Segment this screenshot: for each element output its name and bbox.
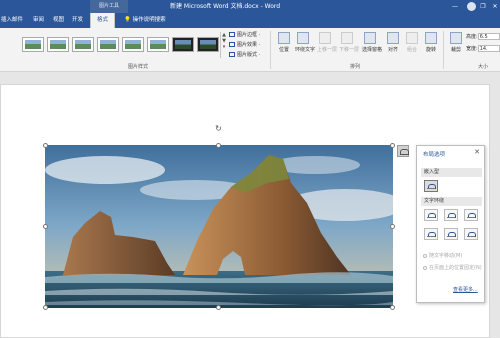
rotate-icon bbox=[425, 32, 437, 44]
selection-pane-button[interactable]: 选择窗格 bbox=[362, 32, 382, 53]
crop-icon bbox=[450, 32, 462, 44]
divider bbox=[270, 31, 271, 69]
tab-review[interactable]: 审阅 bbox=[33, 13, 44, 28]
minimize-button[interactable]: — bbox=[450, 0, 460, 13]
arrange-group-label: 排列 bbox=[350, 64, 361, 70]
tab-view[interactable]: 视图 bbox=[53, 13, 64, 28]
send-backward-icon bbox=[341, 32, 353, 44]
height-input[interactable]: 6.5 bbox=[477, 33, 500, 40]
rotate-button[interactable]: 旋转 bbox=[423, 32, 439, 53]
inline-section-header: 嵌入型 bbox=[421, 168, 482, 177]
layout-options-button[interactable] bbox=[397, 145, 409, 157]
expand-gallery-icon[interactable]: ▾ bbox=[221, 44, 227, 50]
group-icon bbox=[406, 32, 418, 44]
picture-style-6[interactable] bbox=[147, 37, 169, 52]
landscape-photo bbox=[45, 145, 393, 308]
picture-style-7[interactable] bbox=[172, 37, 194, 52]
avatar[interactable] bbox=[467, 2, 476, 11]
gallery-scroll[interactable]: ▲ ▼ ▾ bbox=[220, 32, 227, 58]
position-button[interactable]: 位置 bbox=[276, 32, 292, 53]
picture-style-3[interactable] bbox=[72, 37, 94, 52]
wrap-square-icon[interactable] bbox=[424, 209, 438, 221]
layout-options-pane: 布局选项 ✕ 嵌入型 文字环绕 随文字移动(M) 在页面上的位置固定(N) 查看… bbox=[416, 145, 485, 303]
close-icon[interactable]: ✕ bbox=[474, 148, 480, 156]
tab-mailings[interactable]: 邮件 bbox=[12, 13, 23, 28]
wrap-text-button[interactable]: 环绕文字 bbox=[295, 32, 315, 53]
close-button[interactable]: ✕ bbox=[490, 0, 500, 13]
pane-title: 布局选项 bbox=[423, 152, 446, 158]
wrap-text-icon bbox=[297, 32, 309, 44]
width-input[interactable]: 14. bbox=[477, 45, 500, 52]
resize-handle-right[interactable] bbox=[390, 224, 395, 229]
title-bar: 图片工具 新建 Microsoft Word 文档.docx - Word — … bbox=[0, 0, 500, 13]
window-title: 新建 Microsoft Word 文档.docx - Word bbox=[170, 3, 281, 10]
height-field[interactable]: 高度: 6.5 bbox=[466, 33, 500, 41]
lightbulb-icon: 💡 bbox=[124, 17, 131, 23]
border-icon bbox=[229, 32, 235, 37]
size-group-label: 大小 bbox=[478, 64, 489, 70]
align-button[interactable]: 对齐 bbox=[385, 32, 401, 53]
align-icon bbox=[387, 32, 399, 44]
tab-format[interactable]: 格式 bbox=[90, 13, 116, 28]
tell-me-label: 操作说明搜索 bbox=[132, 17, 166, 23]
selected-picture[interactable] bbox=[45, 145, 393, 308]
tell-me-search[interactable]: 💡 操作说明搜索 bbox=[124, 13, 166, 28]
picture-layout-button[interactable]: 图片版式 · bbox=[229, 51, 260, 59]
effects-icon bbox=[229, 42, 235, 47]
wrap-section-header: 文字环绕 bbox=[421, 197, 482, 206]
inline-with-text-icon[interactable] bbox=[424, 180, 438, 192]
crop-button[interactable]: 裁剪 bbox=[448, 32, 464, 53]
radio-icon bbox=[423, 265, 427, 270]
wrap-tight-icon[interactable] bbox=[444, 209, 458, 221]
bring-forward-button[interactable]: 上移一层 bbox=[317, 32, 337, 53]
wrap-through-icon[interactable] bbox=[464, 209, 478, 221]
tab-developer[interactable]: 开发 bbox=[72, 13, 83, 28]
ribbon: ▲ ▼ ▾ 图片边框 · 图片效果 · 图片版式 · 图片样式 位置 环绕文字 … bbox=[0, 28, 500, 72]
rotate-handle-icon[interactable]: ↻ bbox=[214, 124, 223, 133]
styles-group-label: 图片样式 bbox=[128, 64, 149, 70]
fix-position-option[interactable]: 在页面上的位置固定(N) bbox=[423, 264, 482, 271]
picture-style-5[interactable] bbox=[122, 37, 144, 52]
move-with-text-option[interactable]: 随文字移动(M) bbox=[423, 252, 462, 259]
resize-handle-bottom[interactable] bbox=[216, 305, 221, 310]
resize-handle-bottom-left[interactable] bbox=[43, 305, 48, 310]
divider bbox=[443, 31, 444, 69]
wrap-in-front-icon[interactable] bbox=[464, 228, 478, 240]
layout-icon bbox=[229, 52, 235, 57]
wrap-top-bottom-icon[interactable] bbox=[424, 228, 438, 240]
width-field[interactable]: 宽度: 14. bbox=[466, 45, 500, 53]
picture-style-4[interactable] bbox=[97, 37, 119, 52]
resize-handle-left[interactable] bbox=[43, 224, 48, 229]
restore-button[interactable]: ❐ bbox=[478, 0, 488, 13]
tab-insert[interactable]: 插入 bbox=[1, 13, 12, 28]
context-tab-label: 图片工具 bbox=[90, 0, 128, 13]
picture-style-1[interactable] bbox=[22, 37, 44, 52]
picture-effects-button[interactable]: 图片效果 · bbox=[229, 41, 260, 49]
picture-border-button[interactable]: 图片边框 · bbox=[229, 31, 260, 39]
selection-pane-icon bbox=[364, 32, 376, 44]
position-icon bbox=[278, 32, 290, 44]
resize-handle-bottom-right[interactable] bbox=[390, 305, 395, 310]
send-backward-button[interactable]: 下移一层 bbox=[339, 32, 359, 53]
resize-handle-top-right[interactable] bbox=[390, 143, 395, 148]
wrap-behind-text-icon[interactable] bbox=[444, 228, 458, 240]
radio-icon bbox=[423, 253, 427, 258]
bring-forward-icon bbox=[319, 32, 331, 44]
see-more-link[interactable]: 查看更多... bbox=[453, 286, 478, 293]
ribbon-tabs: 插入 邮件 审阅 视图 开发 格式 💡 操作说明搜索 bbox=[0, 13, 500, 28]
picture-style-8[interactable] bbox=[197, 37, 219, 52]
group-button[interactable]: 组合 bbox=[404, 32, 420, 53]
resize-handle-top-left[interactable] bbox=[43, 143, 48, 148]
resize-handle-top[interactable] bbox=[216, 143, 221, 148]
picture-style-2[interactable] bbox=[47, 37, 69, 52]
